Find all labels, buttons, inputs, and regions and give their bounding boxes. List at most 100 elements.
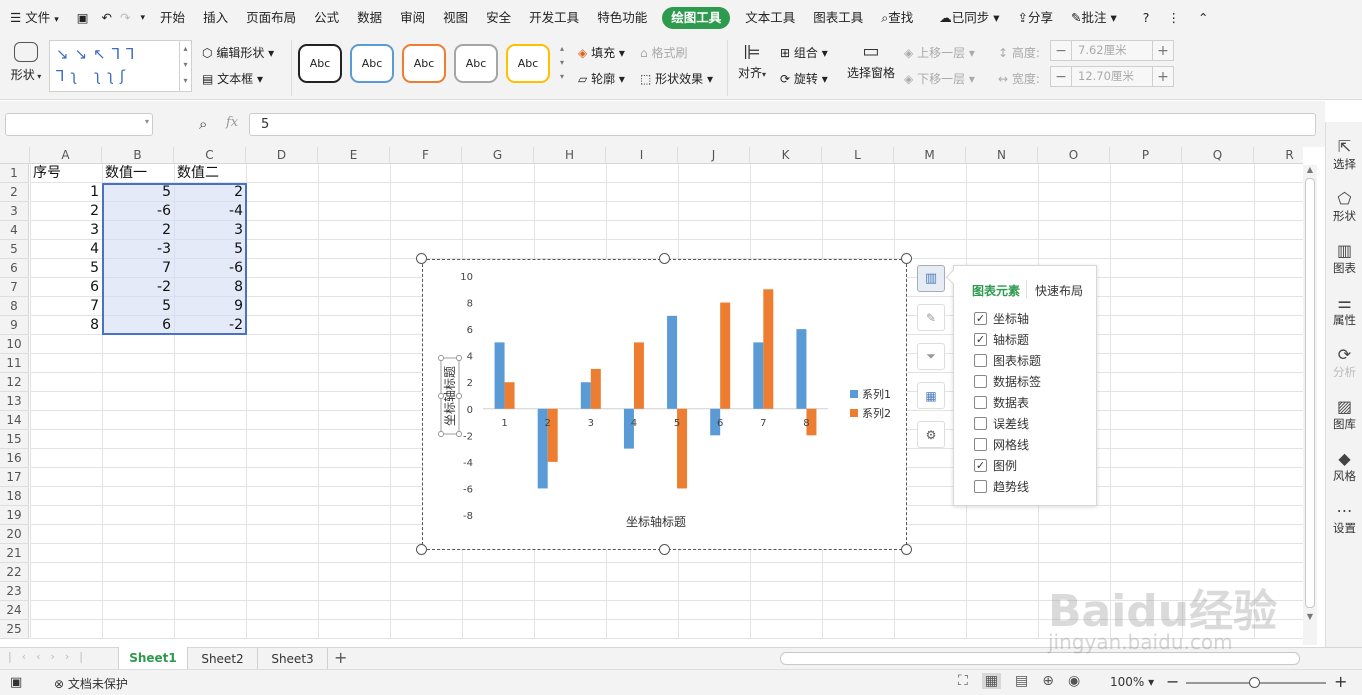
- tab-quick-layout[interactable]: 快速布局: [1035, 282, 1083, 299]
- right-panel-item[interactable]: ⚌ 属性: [1326, 294, 1362, 328]
- bar-系列2[interactable]: [720, 302, 731, 409]
- edit-shape-button[interactable]: ⬡ 编辑形状 ▾: [202, 44, 274, 61]
- data-cell[interactable]: -6: [102, 202, 174, 221]
- fx-icon[interactable]: fx: [226, 115, 238, 130]
- data-cell[interactable]: 5: [102, 183, 174, 202]
- save-icon[interactable]: ▣: [68, 0, 98, 36]
- row-header[interactable]: 12: [0, 373, 29, 392]
- bar-系列2[interactable]: [590, 368, 601, 409]
- search-button[interactable]: ⌕查找: [872, 0, 922, 36]
- fill-button[interactable]: ◈ 填充 ▾: [578, 44, 625, 61]
- menu-tab[interactable]: 文本工具: [736, 0, 804, 36]
- row-header[interactable]: 13: [0, 392, 29, 411]
- column-header[interactable]: A: [30, 147, 102, 164]
- width-stepper[interactable]: −12.70厘米 +: [1050, 66, 1174, 87]
- right-panel-item[interactable]: ▥ 图表: [1326, 242, 1362, 276]
- column-header[interactable]: Q: [1182, 147, 1254, 164]
- header-cell[interactable]: 数值一: [102, 164, 174, 183]
- help-button[interactable]: ?: [1134, 0, 1159, 36]
- scroll-up-icon[interactable]: ▲: [1303, 165, 1317, 174]
- chart-element-option[interactable]: 数据表: [974, 394, 1029, 411]
- checkbox-unchecked-icon[interactable]: [974, 438, 987, 451]
- checkbox-unchecked-icon[interactable]: [974, 396, 987, 409]
- name-box[interactable]: ▾: [5, 113, 153, 136]
- checkbox-unchecked-icon[interactable]: [974, 480, 987, 493]
- y-title-handle[interactable]: [456, 355, 462, 361]
- column-header[interactable]: B: [102, 147, 174, 164]
- row-header[interactable]: 6: [0, 259, 29, 278]
- menu-tab[interactable]: 数据: [348, 0, 391, 36]
- sheet-tab[interactable]: Sheet3: [258, 648, 328, 670]
- row-header[interactable]: 5: [0, 240, 29, 259]
- column-header[interactable]: P: [1110, 147, 1182, 164]
- data-cell[interactable]: 2: [174, 183, 246, 202]
- scroll-thumb[interactable]: [1305, 178, 1315, 608]
- menu-tab[interactable]: 特色功能: [588, 0, 656, 36]
- y-title-handle[interactable]: [456, 393, 462, 399]
- macro-icon[interactable]: ▣: [10, 675, 22, 690]
- right-panel-item[interactable]: ⬠ 形状: [1326, 190, 1362, 224]
- data-cell[interactable]: -3: [102, 240, 174, 259]
- data-cell[interactable]: -2: [102, 278, 174, 297]
- chart-element-option[interactable]: 数据标签: [974, 373, 1041, 390]
- checkbox-checked-icon[interactable]: ✓: [974, 459, 987, 472]
- checkbox-checked-icon[interactable]: ✓: [974, 312, 987, 325]
- data-cell[interactable]: -2: [174, 316, 246, 335]
- chart-settings-button[interactable]: ⚙: [917, 421, 945, 448]
- y-title-handle[interactable]: [456, 431, 462, 437]
- column-header[interactable]: L: [822, 147, 894, 164]
- row-header[interactable]: 4: [0, 221, 29, 240]
- chart-element-option[interactable]: 图表标题: [974, 352, 1041, 369]
- data-cell[interactable]: 8: [30, 316, 102, 335]
- style-gray[interactable]: Abc: [454, 44, 498, 83]
- chart-element-option[interactable]: 误差线: [974, 415, 1029, 432]
- sheet-tab[interactable]: Sheet1: [118, 647, 188, 669]
- textbox-button[interactable]: ▤ 文本框 ▾: [202, 70, 263, 87]
- add-sheet-button[interactable]: +: [334, 648, 347, 668]
- row-header[interactable]: 24: [0, 601, 29, 620]
- bar-系列1[interactable]: [580, 382, 591, 409]
- row-header[interactable]: 17: [0, 468, 29, 487]
- style-gold[interactable]: Abc: [506, 44, 550, 83]
- row-header[interactable]: 20: [0, 525, 29, 544]
- sheet-nav-arrows[interactable]: |‹‹››|: [8, 650, 93, 663]
- data-cell[interactable]: 9: [174, 297, 246, 316]
- data-cell[interactable]: -6: [174, 259, 246, 278]
- chart-style-button[interactable]: ✎: [917, 304, 945, 331]
- chart-element-option[interactable]: 趋势线: [974, 478, 1029, 495]
- rotate-button[interactable]: ⟳ 旋转 ▾: [780, 70, 828, 87]
- row-header[interactable]: 1: [0, 164, 29, 183]
- style-blue[interactable]: Abc: [350, 44, 394, 83]
- column-header[interactable]: C: [174, 147, 246, 164]
- right-panel-item[interactable]: ⋯ 设置: [1326, 502, 1362, 536]
- row-header[interactable]: 7: [0, 278, 29, 297]
- menu-tab[interactable]: 安全: [477, 0, 520, 36]
- menu-tab[interactable]: 审阅: [391, 0, 434, 36]
- header-cell[interactable]: 序号: [30, 164, 102, 183]
- chart-element-option[interactable]: ✓ 图例: [974, 457, 1017, 474]
- tab-chart-elements[interactable]: 图表元素: [972, 282, 1020, 299]
- legend-label[interactable]: 系列2: [862, 406, 891, 420]
- row-header[interactable]: 8: [0, 297, 29, 316]
- chart-element-option[interactable]: ✓ 坐标轴: [974, 310, 1029, 327]
- shape-effect-button[interactable]: ⬚ 形状效果 ▾: [640, 70, 713, 87]
- select-all-corner[interactable]: [0, 147, 30, 164]
- menu-tab[interactable]: 公式: [305, 0, 348, 36]
- column-header[interactable]: M: [894, 147, 966, 164]
- y-title-handle[interactable]: [438, 393, 444, 399]
- style-orange[interactable]: Abc: [402, 44, 446, 83]
- row-header[interactable]: 18: [0, 487, 29, 506]
- chart[interactable]: 10 8 6 4 2 0 -2 -4 -6 -8 1 2 3 4 5 6 7 8 坐标轴标题 坐标轴标题 系列1 系列2: [422, 259, 907, 550]
- more-icon[interactable]: ⋮: [1158, 0, 1189, 36]
- data-cell[interactable]: 6: [30, 278, 102, 297]
- resize-handle[interactable]: [901, 253, 912, 264]
- x-axis-title[interactable]: 坐标轴标题: [626, 514, 686, 529]
- chart-element-option[interactable]: ✓ 轴标题: [974, 331, 1029, 348]
- checkbox-unchecked-icon[interactable]: [974, 417, 987, 430]
- data-cell[interactable]: 3: [174, 221, 246, 240]
- redo-icon[interactable]: ↷: [116, 0, 134, 36]
- undo-icon[interactable]: ↶: [98, 0, 116, 36]
- bar-系列1[interactable]: [667, 315, 678, 409]
- group-button[interactable]: ⊞ 组合 ▾: [780, 44, 828, 61]
- height-stepper[interactable]: −7.62厘米 +: [1050, 40, 1174, 61]
